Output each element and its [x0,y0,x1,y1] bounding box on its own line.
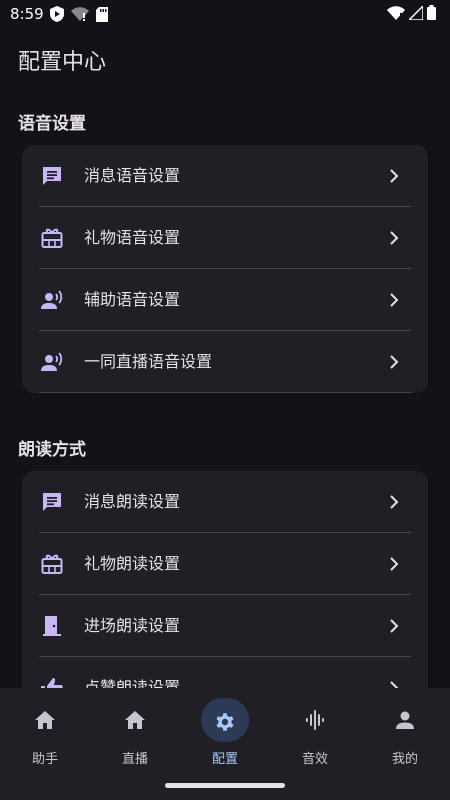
settings-row-enter-read[interactable]: 进场朗读设置 [22,595,428,657]
settings-row-label: 进场朗读设置 [84,616,181,635]
gesture-area [0,772,450,800]
chevron-right-icon [390,169,399,183]
nav-label: 配置 [211,752,238,767]
message-icon [43,493,61,511]
gesture-handle[interactable] [165,783,285,788]
chevron-right-icon [390,495,399,509]
settings-row-colive-voice[interactable]: 一同直播语音设置 [22,331,428,393]
settings-row-label: 辅助语音设置 [84,290,181,309]
voice-user-icon [41,352,63,371]
voice-user-icon [41,290,63,309]
wifi-icon [387,5,405,20]
section-title-voice-settings: 语音设置 [18,114,86,134]
chevron-right-icon [390,619,399,633]
gift-icon [41,554,63,574]
nav-label: 音效 [301,752,328,767]
section-title-read-mode: 朗读方式 [18,440,86,460]
chevron-right-icon [390,557,399,571]
read-mode-card: 消息朗读设置 礼物朗读设置 进场朗读设置 点赞朗读设置 [22,471,428,719]
wifi-alert-icon [71,7,89,21]
voice-settings-card: 消息语音设置 礼物语音设置 辅助语音设置 一同直播语音设置 [22,145,428,393]
nav-item-sound-effects[interactable]: 音效 [270,688,360,772]
settings-row-message-read[interactable]: 消息朗读设置 [22,471,428,533]
nav-label: 我的 [391,752,418,767]
row-divider [39,392,411,393]
status-notification-icons [50,6,108,22]
settings-row-assist-voice[interactable]: 辅助语音设置 [22,269,428,331]
waveform-icon [306,710,324,730]
chevron-right-icon [390,355,399,369]
settings-row-label: 消息语音设置 [84,166,181,185]
status-system-icons [387,5,436,20]
settings-row-label: 礼物朗读设置 [84,554,181,573]
message-icon [43,167,61,185]
nav-label: 助手 [31,752,58,767]
gear-icon [216,713,234,731]
settings-row-gift-voice[interactable]: 礼物语音设置 [22,207,428,269]
nav-label: 直播 [121,752,148,767]
nav-item-config[interactable]: 配置 [180,688,270,772]
settings-row-label: 一同直播语音设置 [84,352,213,371]
nav-item-mine[interactable]: 我的 [360,688,450,772]
nav-item-live[interactable]: 直播 [90,688,180,772]
signal-icon [409,5,423,20]
settings-row-label: 礼物语音设置 [84,228,181,247]
settings-row-gift-read[interactable]: 礼物朗读设置 [22,533,428,595]
status-bar: 8:59 [0,0,450,28]
home-icon [35,711,55,729]
chevron-right-icon [390,293,399,307]
settings-row-message-voice[interactable]: 消息语音设置 [22,145,428,207]
home-icon [125,711,145,729]
page-title: 配置中心 [18,50,107,75]
shield-play-icon [50,6,64,22]
person-icon [396,711,414,729]
door-icon [43,616,61,636]
battery-icon [427,5,436,20]
settings-row-label: 消息朗读设置 [84,492,181,511]
bottom-navigation: 助手 直播 配置 音效 我的 [0,688,450,772]
status-time: 8:59 [10,5,44,23]
nav-item-assistant[interactable]: 助手 [0,688,90,772]
chevron-right-icon [390,231,399,245]
sd-card-icon [96,6,108,22]
gift-icon [41,228,63,248]
